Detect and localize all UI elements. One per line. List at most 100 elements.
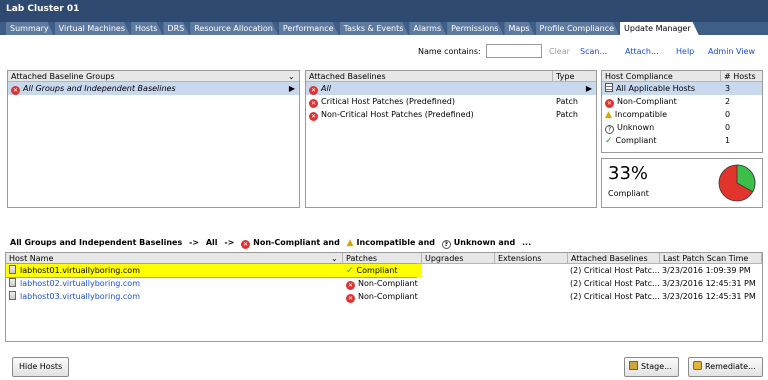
check-icon: ✓: [605, 136, 613, 146]
applicable-icon: [605, 83, 613, 92]
warning-icon: ▲: [605, 110, 612, 120]
window-title: Lab Cluster 01: [0, 0, 768, 22]
compliance-label: Incompatible: [614, 110, 667, 119]
help-link[interactable]: Help: [676, 47, 694, 56]
compliance-count: 0: [725, 123, 731, 132]
column-header-upgrades[interactable]: Upgrades: [422, 253, 495, 264]
filter-unknown[interactable]: Unknown and: [454, 238, 515, 247]
name-contains-input[interactable]: [486, 44, 542, 58]
stage-button[interactable]: Stage...: [624, 357, 679, 377]
error-icon: ✕: [346, 281, 355, 290]
tab-summary[interactable]: Summary: [6, 22, 54, 35]
error-icon: ✕: [346, 294, 355, 303]
attached-baselines-cell: (2) Critical Host Patc...: [570, 266, 660, 275]
compliance-header: Host Compliance # Hosts: [602, 71, 762, 82]
tab-resource-allocation[interactable]: Resource Allocation: [190, 22, 278, 35]
tab-performance[interactable]: Performance: [279, 22, 339, 35]
compliance-label: All Applicable Hosts: [616, 84, 695, 93]
patches-status: Non-Compliant: [358, 279, 418, 288]
tab-alarms[interactable]: Alarms: [409, 22, 446, 35]
toolbar: Name contains: Clear Scan... Attach... H…: [0, 41, 768, 63]
tab-drs[interactable]: DRS: [163, 22, 189, 35]
compliance-panel: Host Compliance # Hosts All Applicable H…: [601, 70, 763, 153]
clear-link[interactable]: Clear: [549, 47, 570, 56]
tab-bar: Summary Virtual Machines Hosts DRS Resource …: [0, 22, 768, 35]
column-header-patches[interactable]: Patches: [343, 253, 422, 264]
column-header-attached-baselines[interactable]: Attached Baselines: [568, 253, 660, 264]
host-name[interactable]: labhost03.virtuallyboring.com: [20, 292, 140, 301]
filter-baseline[interactable]: All: [206, 238, 218, 247]
baselines-header-name: Attached Baselines: [306, 71, 553, 82]
baseline-groups-header: Attached Baseline Groups ⌄: [8, 71, 299, 82]
compliance-list: All Applicable Hosts 3 ✕ Non-Compliant 2 ▲ Inc…: [602, 82, 762, 147]
table-row[interactable]: labhost01.virtuallyboring.com ✓ Compliant (…: [5, 263, 751, 278]
sort-icon[interactable]: ⌄: [328, 253, 338, 264]
compliance-row[interactable]: ✓ Compliant 1: [602, 134, 762, 147]
attached-baselines-cell: (2) Critical Host Patc...: [570, 279, 660, 288]
compliance-header-name: Host Compliance: [602, 71, 721, 82]
stage-icon: [629, 361, 638, 370]
remediate-button[interactable]: Remediate...: [688, 357, 763, 377]
baseline-groups-header-label: Attached Baseline Groups: [11, 72, 115, 81]
baseline-row[interactable]: ✕ All ▶: [306, 82, 596, 95]
table-row[interactable]: labhost02.virtuallyboring.com ✕ Non-Compli…: [6, 277, 762, 290]
baseline-name: Non-Critical Host Patches (Predefined): [321, 110, 474, 119]
tab-maps[interactable]: Maps: [504, 22, 534, 35]
error-icon: ✕: [309, 86, 318, 95]
compliance-row[interactable]: ✕ Non-Compliant 2: [602, 95, 762, 108]
compliance-header-count: # Hosts: [724, 72, 756, 81]
compliance-pie-chart: [718, 164, 756, 202]
host-name[interactable]: labhost02.virtuallyboring.com: [20, 279, 140, 288]
remediate-button-label: Remediate...: [705, 362, 756, 371]
stage-button-label: Stage...: [641, 362, 672, 371]
column-header-last-patch-scan-time[interactable]: Last Patch Scan Time: [660, 253, 762, 264]
hosts-table: Host Name Patches Upgrades Extensions Attach…: [5, 252, 763, 342]
column-header-extensions[interactable]: Extensions: [495, 253, 568, 264]
play-arrow-icon[interactable]: ▶: [586, 82, 592, 95]
column-header-host-name[interactable]: Host Name: [6, 253, 343, 264]
baseline-row[interactable]: ✕ Non-Critical Host Patches (Predefined) P…: [306, 108, 596, 121]
unknown-icon: ?: [605, 125, 614, 134]
tab-virtual-machines[interactable]: Virtual Machines: [55, 22, 130, 35]
baselines-header: Attached Baselines Type: [306, 71, 596, 82]
hosts-table-header: Host Name Patches Upgrades Extensions Attach…: [6, 253, 762, 264]
filter-more[interactable]: ...: [522, 238, 531, 247]
compliance-row[interactable]: ▲ Incompatible 0: [602, 108, 762, 121]
hide-hosts-button[interactable]: Hide Hosts: [12, 357, 70, 377]
baseline-row[interactable]: ✕ Critical Host Patches (Predefined) Patch: [306, 95, 596, 108]
filter-incompatible[interactable]: Incompatible and: [357, 238, 435, 247]
baseline-group-row[interactable]: ✕ All Groups and Independent Baselines ▶: [8, 82, 299, 95]
sort-icon[interactable]: ⌄: [285, 71, 295, 82]
check-icon: ✓: [346, 266, 354, 276]
patches-status: Non-Compliant: [358, 292, 418, 301]
attached-baselines-cell: (2) Critical Host Patc...: [570, 292, 660, 301]
table-row[interactable]: labhost03.virtuallyboring.com ✕ Non-Compli…: [6, 290, 762, 303]
compliance-summary: 33% Compliant: [601, 158, 763, 208]
baseline-name: Critical Host Patches (Predefined): [321, 97, 455, 106]
compliance-row[interactable]: All Applicable Hosts 3: [602, 82, 762, 95]
baselines-panel: Attached Baselines Type ✕ All ▶ ✕ Critical H…: [305, 70, 597, 208]
compliance-label: Unknown: [617, 123, 655, 132]
filter-noncompliant[interactable]: Non-Compliant and: [253, 238, 340, 247]
tab-permissions[interactable]: Permissions: [447, 22, 503, 35]
compliance-count: 3: [725, 84, 731, 93]
name-contains-label: Name contains:: [418, 47, 481, 56]
filter-group[interactable]: All Groups and Independent Baselines: [10, 238, 182, 247]
error-icon: ✕: [309, 112, 318, 121]
error-icon: ✕: [309, 99, 318, 108]
last-scan-time-cell: 3/23/2016 12:45:31 PM: [662, 279, 756, 288]
tab-profile-compliance[interactable]: Profile Compliance: [536, 22, 620, 35]
hosts-table-body: labhost01.virtuallyboring.com ✓ Compliant (…: [5, 263, 762, 303]
compliance-row[interactable]: ? Unknown 0: [602, 121, 762, 134]
tab-update-manager[interactable]: Update Manager: [620, 22, 699, 35]
attach-link[interactable]: Attach...: [625, 47, 659, 56]
compliance-label: Compliant: [615, 136, 657, 145]
host-name[interactable]: labhost01.virtuallyboring.com: [20, 266, 140, 275]
baseline-type: Patch: [556, 110, 578, 119]
admin-view-link[interactable]: Admin View: [708, 47, 755, 56]
scan-link[interactable]: Scan...: [580, 47, 607, 56]
host-icon: [9, 278, 16, 287]
tab-tasks-events[interactable]: Tasks & Events: [340, 22, 409, 35]
tab-hosts[interactable]: Hosts: [131, 22, 162, 35]
play-arrow-icon[interactable]: ▶: [289, 82, 295, 95]
